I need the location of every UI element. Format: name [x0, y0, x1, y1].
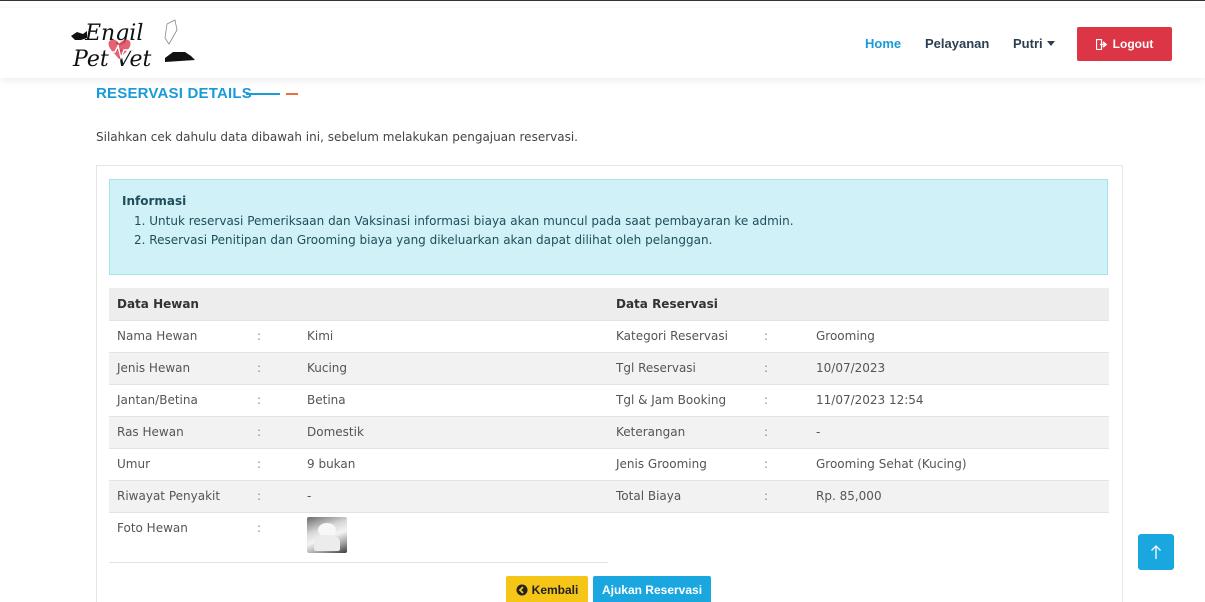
row-value: Grooming Sehat (Kucing): [808, 448, 1109, 481]
arrow-up-icon: [1151, 545, 1161, 559]
row-separator: :: [249, 384, 299, 417]
table-row: Jantan/Betina : Betina: [109, 384, 608, 417]
row-label: Jenis Grooming: [608, 448, 756, 481]
table-row: Ras Hewan : Domestik: [109, 416, 608, 449]
row-label: Ras Hewan: [109, 416, 249, 449]
page-title: RESERVASI DETAILS: [96, 85, 252, 102]
table-row: Riwayat Penyakit : -: [109, 480, 608, 513]
row-value: 11/07/2023 12:54: [808, 384, 1109, 417]
table-row: Kategori Reservasi : Grooming: [608, 320, 1109, 353]
table-row: Keterangan : -: [608, 416, 1109, 449]
row-separator: :: [756, 416, 808, 449]
row-label: Tgl Reservasi: [608, 352, 756, 385]
row-separator: :: [756, 384, 808, 417]
intro-text: Silahkan cek dahulu data dibawah ini, se…: [96, 130, 578, 144]
row-value: Betina: [299, 384, 608, 417]
row-separator: :: [249, 320, 299, 353]
row-value: Kucing: [299, 352, 608, 385]
row-value: Kimi: [299, 320, 608, 353]
table-row: Tgl & Jam Booking : 11/07/2023 12:54: [608, 384, 1109, 417]
info-item: 2. Reservasi Penitipan dan Grooming biay…: [134, 233, 713, 247]
row-separator: :: [756, 352, 808, 385]
row-label: Foto Hewan: [109, 512, 249, 563]
table-row: Total Biaya : Rp. 85,000: [608, 480, 1109, 513]
user-menu-label: Putri: [1013, 36, 1043, 51]
row-value: 9 bukan: [299, 448, 608, 481]
row-label: Riwayat Penyakit: [109, 480, 249, 513]
row-label: Jenis Hewan: [109, 352, 249, 385]
scroll-to-top-button[interactable]: [1138, 534, 1174, 570]
row-separator: :: [756, 448, 808, 481]
user-menu-dropdown[interactable]: Putri: [1013, 36, 1055, 51]
nav-home-link[interactable]: Home: [865, 36, 901, 51]
row-separator: :: [756, 320, 808, 353]
logout-label: Logout: [1112, 37, 1154, 51]
row-value: -: [808, 416, 1109, 449]
arrow-circle-left-icon: [516, 584, 528, 596]
brand-logo[interactable]: Engil Pet Vet: [65, 14, 205, 74]
pet-photo[interactable]: [307, 516, 347, 553]
table-row: Jenis Hewan : Kucing: [109, 352, 608, 385]
pet-data-table: Data Hewan Nama Hewan : Kimi Jenis Hewan…: [109, 288, 608, 563]
pet-data-header: Data Hewan: [109, 288, 608, 321]
table-row: Foto Hewan :: [109, 512, 608, 563]
nav-pelayanan-link[interactable]: Pelayanan: [925, 36, 989, 51]
logout-button[interactable]: Logout: [1077, 27, 1172, 61]
info-item: 1. Untuk reservasi Pemeriksaan dan Vaksi…: [134, 214, 794, 228]
row-label: Kategori Reservasi: [608, 320, 756, 353]
row-separator: :: [249, 352, 299, 385]
row-separator: :: [249, 416, 299, 449]
table-row: Tgl Reservasi : 10/07/2023: [608, 352, 1109, 385]
info-alert: Informasi 1. Untuk reservasi Pemeriksaan…: [109, 179, 1108, 275]
row-label: Tgl & Jam Booking: [608, 384, 756, 417]
row-separator: :: [249, 448, 299, 481]
row-label: Nama Hewan: [109, 320, 249, 353]
row-label: Jantan/Betina: [109, 384, 249, 417]
row-label: Keterangan: [608, 416, 756, 449]
row-label: Total Biaya: [608, 480, 756, 513]
row-separator: :: [249, 512, 299, 563]
navbar: Engil Pet Vet Home Pelayanan Putri Logou…: [0, 8, 1205, 78]
reservation-data-header: Data Reservasi: [608, 288, 1109, 321]
back-label: Kembali: [531, 583, 579, 597]
table-row: Jenis Grooming : Grooming Sehat (Kucing): [608, 448, 1109, 481]
back-button[interactable]: Kembali: [506, 576, 588, 602]
row-separator: :: [249, 480, 299, 513]
submit-reservation-button[interactable]: Ajukan Reservasi: [593, 576, 711, 602]
title-underline-orange: [286, 93, 298, 95]
row-value: Domestik: [299, 416, 608, 449]
table-row: Umur : 9 bukan: [109, 448, 608, 481]
reservation-data-table: Data Reservasi Kategori Reservasi : Groo…: [608, 288, 1109, 513]
info-title: Informasi: [122, 194, 187, 208]
chevron-down-icon: [1046, 41, 1055, 46]
top-border: [0, 0, 1205, 8]
row-separator: :: [756, 480, 808, 513]
row-value: -: [299, 480, 608, 513]
row-label: Umur: [109, 448, 249, 481]
table-row: Nama Hewan : Kimi: [109, 320, 608, 353]
row-value: Rp. 85,000: [808, 480, 1109, 513]
title-underline-blue: [246, 93, 280, 95]
row-value: Grooming: [808, 320, 1109, 353]
pet-photo-cell: [299, 512, 608, 563]
sign-out-icon: [1095, 38, 1107, 50]
row-value: 10/07/2023: [808, 352, 1109, 385]
